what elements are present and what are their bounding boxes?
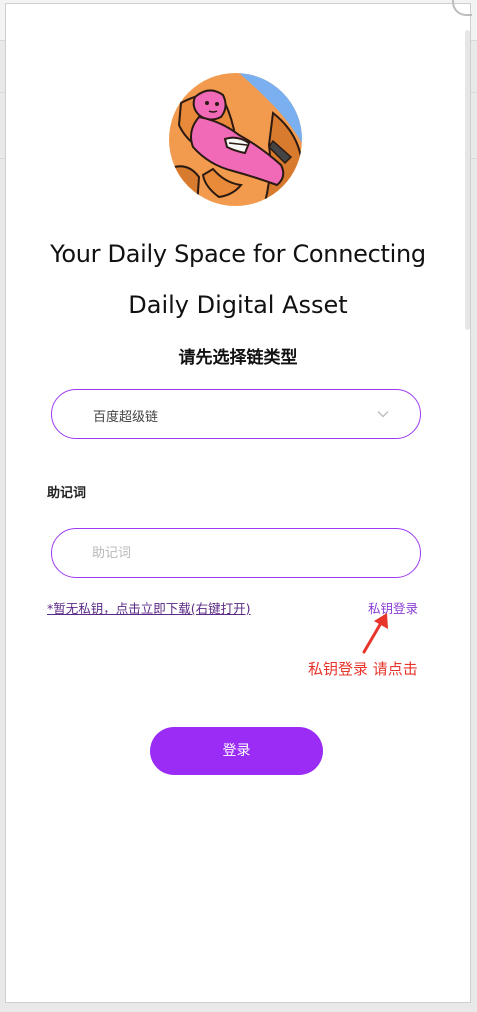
- avatar: [169, 73, 302, 206]
- hero-headline-line1: Your Daily Space for Connecting: [50, 240, 426, 268]
- login-button[interactable]: 登录: [150, 727, 323, 775]
- mnemonic-label: 助记词: [47, 486, 87, 501]
- download-key-link[interactable]: *暂无私钥，点击立即下载(右键打开): [47, 598, 251, 617]
- chain-type-select[interactable]: 百度超级链: [51, 389, 421, 439]
- hero-headline-line2: Daily Digital Asset: [128, 291, 348, 319]
- annotation-hint: 私钥登录 请点击: [308, 660, 418, 678]
- mnemonic-input[interactable]: [92, 543, 392, 563]
- arrow-icon: [362, 613, 388, 654]
- scrollbar-thumb[interactable]: [465, 30, 470, 330]
- mnemonic-field-wrapper: [51, 528, 421, 578]
- avatar-illustration: [169, 73, 302, 206]
- chain-type-prompt: 请先选择链类型: [178, 348, 298, 368]
- chevron-down-icon: [377, 411, 389, 418]
- chain-type-selected-value: 百度超级链: [93, 410, 159, 425]
